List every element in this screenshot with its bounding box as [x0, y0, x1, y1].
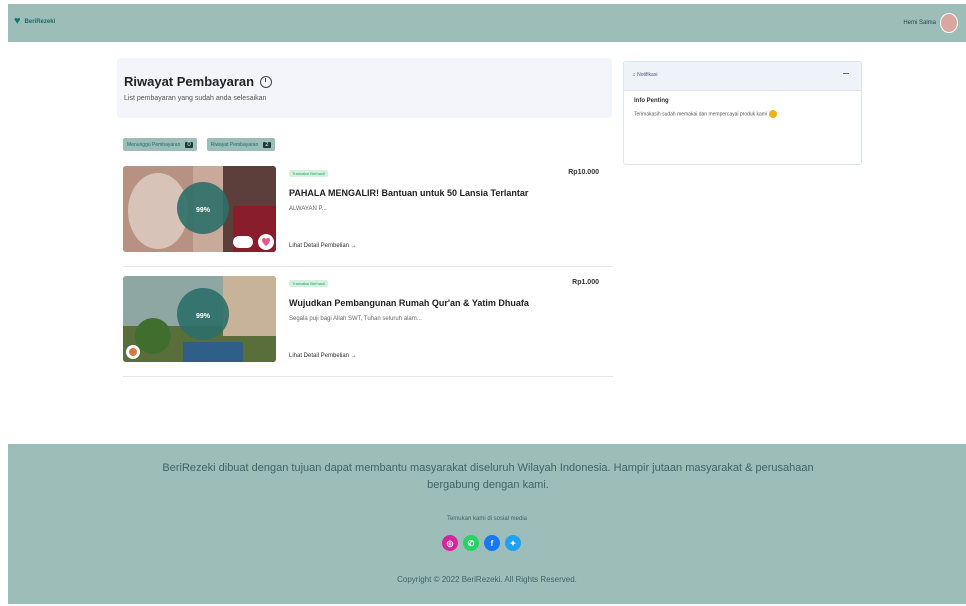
notification-body: Info Penting Terimakasih sudah memakai d… — [624, 91, 861, 125]
history-header: Riwayat Pembayaran List pembayaran yang … — [117, 58, 612, 118]
clock-icon — [260, 75, 273, 88]
svg-text:99%: 99% — [196, 313, 211, 320]
tab-pending-payment[interactable]: Menunggu Pembayaran 0 — [123, 138, 197, 151]
user-name: Hemi Salma — [903, 20, 936, 26]
notification-text-wrap: Terimakasih sudah memakai dan mempercaya… — [634, 110, 844, 118]
facebook-icon[interactable]: f — [484, 535, 500, 551]
page-title: Riwayat Pembayaran — [124, 74, 273, 89]
instagram-icon[interactable]: ◎ — [442, 535, 458, 551]
transaction-amount: Rp10.000 — [568, 169, 599, 176]
brand-name: BeriRezeki — [24, 18, 56, 25]
smile-emoji-icon — [768, 110, 777, 118]
transaction-amount: Rp1.000 — [572, 279, 599, 286]
notification-panel: ♫ Notifikasi Info Penting Terimakasih su… — [623, 61, 862, 165]
view-detail-link[interactable]: Lihat Detail Pembelian → — [289, 353, 357, 359]
top-navbar: ♥ BeriRezeki Hemi Salma — [8, 4, 966, 42]
campaign-description: Segala puji bagi Allah SWT, Tuhan seluru… — [289, 316, 422, 322]
whatsapp-icon[interactable]: ✆ — [463, 535, 479, 551]
transaction-card[interactable]: 99% Transaksi Berhasil Rp1.000 Wujudkan … — [123, 276, 613, 377]
svg-text:99%: 99% — [196, 207, 211, 214]
campaign-image[interactable]: 99% — [123, 276, 276, 362]
copyright: Copyright © 2022 BeriRezeki. All Rights … — [397, 575, 577, 584]
tab-payment-history[interactable]: Riwayat Pembayaran 2 — [206, 138, 275, 151]
transaction-card[interactable]: 99% Transaksi Berhasil Rp10.000 PAHALA M… — [123, 166, 613, 267]
tab-label: Menunggu Pembayaran — [127, 141, 181, 148]
view-detail-label: Lihat Detail Pembelian — [289, 353, 350, 359]
status-badge: Transaksi Berhasil — [289, 170, 328, 177]
social-links: ◎ ✆ f ✦ — [442, 535, 521, 551]
page-subtitle: List pembayaran yang sudah anda selesaik… — [124, 95, 267, 102]
tab-count-badge: 0 — [185, 141, 193, 148]
heart-icon: ♥ — [14, 15, 21, 27]
footer-social-label: Temukan kami di sosial media — [446, 516, 528, 522]
notification-header[interactable]: ♫ Notifikasi — [624, 62, 861, 91]
notification-text: Terimakasih sudah memakai dan mempercaya… — [634, 111, 768, 118]
notification-title: Info Penting — [634, 98, 669, 104]
tab-label: Riwayat Pembayaran — [210, 141, 259, 148]
status-badge: Transaksi Berhasil — [289, 280, 328, 287]
brand-logo[interactable]: ♥ BeriRezeki — [14, 16, 55, 27]
avatar[interactable] — [940, 13, 958, 33]
footer: BeriRezeki dibuat dengan tujuan dapat me… — [8, 444, 966, 604]
campaign-description: ALWAYAN P... — [289, 206, 327, 212]
bell-icon: ♫ — [632, 72, 636, 78]
footer-description: BeriRezeki dibuat dengan tujuan dapat me… — [162, 462, 814, 491]
campaign-title[interactable]: PAHALA MENGALIR! Bantuan untuk 50 Lansia… — [289, 188, 528, 198]
twitter-icon[interactable]: ✦ — [505, 535, 521, 551]
notification-header-label: ♫ Notifikasi — [632, 72, 658, 78]
arrow-right-icon: → — [350, 353, 357, 359]
view-detail-label: Lihat Detail Pembelian — [289, 243, 350, 249]
campaign-image[interactable]: 99% — [123, 166, 276, 252]
page-title-text: Riwayat Pembayaran — [124, 74, 255, 89]
view-detail-link[interactable]: Lihat Detail Pembelian → — [289, 243, 357, 249]
arrow-right-icon: → — [350, 243, 357, 249]
tab-count-badge: 2 — [263, 141, 271, 148]
user-menu[interactable]: Hemi Salma — [903, 13, 958, 33]
history-tabs: Menunggu Pembayaran 0 Riwayat Pembayaran… — [123, 138, 275, 151]
collapse-icon[interactable] — [843, 73, 849, 74]
campaign-title[interactable]: Wujudkan Pembangunan Rumah Qur'an & Yati… — [289, 298, 529, 308]
payment-history-section: Riwayat Pembayaran List pembayaran yang … — [117, 58, 613, 377]
